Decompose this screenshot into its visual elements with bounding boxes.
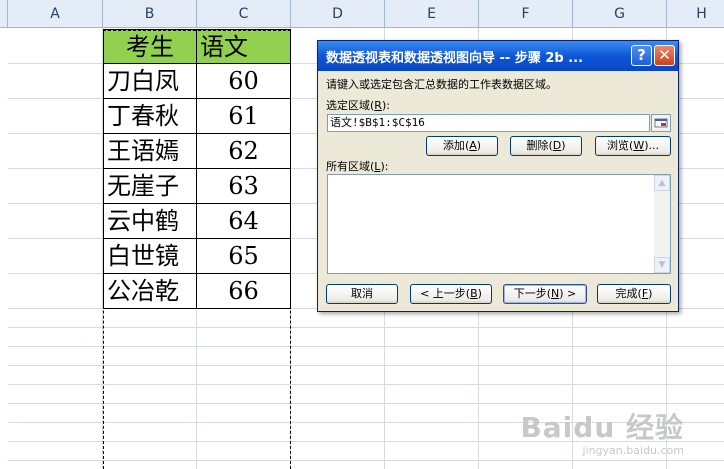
delete-button[interactable]: 删除(D) xyxy=(510,136,582,156)
cell-name[interactable]: 白世镜 xyxy=(103,239,197,274)
watermark-logo-text: Baidu 经验 xyxy=(520,411,684,444)
cell-score[interactable]: 61 xyxy=(197,99,291,134)
help-icon[interactable]: ? xyxy=(631,45,652,66)
back-button-key: B xyxy=(470,287,478,300)
add-button-text: 添加 xyxy=(442,139,465,152)
back-button[interactable]: < 上一步(B) xyxy=(410,284,492,304)
column-header-h[interactable]: H xyxy=(667,0,724,28)
column-header-e[interactable]: E xyxy=(385,0,479,28)
finish-button-text: 完成 xyxy=(615,287,638,300)
collapse-dialog-icon[interactable] xyxy=(651,114,671,132)
cell-score[interactable]: 63 xyxy=(197,169,291,204)
add-button-key: A xyxy=(469,139,477,152)
dialog-instruction: 请键入或选定包含汇总数据的工作表数据区域。 xyxy=(326,78,557,91)
column-header-b[interactable]: B xyxy=(103,0,197,28)
column-header-d[interactable]: D xyxy=(291,0,385,28)
browse-button-key: W xyxy=(633,139,645,152)
gridline xyxy=(8,327,724,328)
column-header-a[interactable]: A xyxy=(8,0,103,28)
range-label-key: R xyxy=(374,99,382,112)
cell-name[interactable]: 刀白凤 xyxy=(103,64,197,99)
cell-score[interactable]: 62 xyxy=(197,134,291,169)
add-button[interactable]: 添加(A) xyxy=(426,136,498,156)
cell-name[interactable]: 云中鹤 xyxy=(103,204,197,239)
gridline xyxy=(8,460,724,461)
range-label: 选定区域(R): xyxy=(326,99,390,112)
range-input[interactable]: 语文!$B$1:$C$16 xyxy=(327,114,650,132)
cell-b1-header[interactable]: 考生 xyxy=(103,29,197,64)
baidu-watermark: Baidu 经验 jingyan.baidu.com xyxy=(520,406,684,457)
delete-button-text: 删除 xyxy=(526,139,549,152)
all-ranges-label-key: L xyxy=(374,160,381,173)
select-all-corner[interactable] xyxy=(0,0,8,28)
scroll-up-icon[interactable]: ▲ xyxy=(654,175,670,191)
column-header-g[interactable]: G xyxy=(573,0,667,28)
column-header-f[interactable]: F xyxy=(479,0,573,28)
dialog-titlebar[interactable]: 数据透视表和数据透视图向导 -- 步骤 2b ... ? ✕ xyxy=(318,41,678,71)
browse-button[interactable]: 浏览(W)... xyxy=(595,136,671,156)
list-scrollbar[interactable]: ▲ ▼ xyxy=(654,175,670,273)
cancel-button[interactable]: 取消 xyxy=(326,284,398,304)
selection-marquee-left xyxy=(103,30,104,469)
cell-c1-header[interactable]: 语文 xyxy=(197,29,291,64)
gridline xyxy=(8,403,724,404)
close-icon[interactable]: ✕ xyxy=(654,45,675,66)
dialog-title: 数据透视表和数据透视图向导 -- 步骤 2b ... xyxy=(326,51,584,66)
next-button-key: N xyxy=(551,287,560,300)
gridline xyxy=(8,365,724,366)
collapse-dialog-icon-graphic xyxy=(654,118,668,128)
cell-score[interactable]: 64 xyxy=(197,204,291,239)
selection-marquee-right xyxy=(290,30,291,469)
scroll-down-icon[interactable]: ▼ xyxy=(654,257,670,273)
all-ranges-list[interactable]: ▲ ▼ xyxy=(327,174,671,274)
back-button-text: 上一步 xyxy=(432,287,466,300)
cell-score[interactable]: 60 xyxy=(197,64,291,99)
gridline xyxy=(8,384,724,385)
finish-button-key: F xyxy=(641,287,649,300)
next-button[interactable]: 下一步(N) > xyxy=(503,284,587,304)
finish-button[interactable]: 完成(F) xyxy=(597,284,671,304)
selection-marquee-top xyxy=(103,30,291,31)
column-header-c[interactable]: C xyxy=(197,0,291,28)
all-ranges-label: 所有区域(L): xyxy=(326,160,389,173)
browse-button-text: 浏览 xyxy=(607,139,630,152)
cell-name[interactable]: 公冶乾 xyxy=(103,274,197,309)
all-ranges-label-text: 所有区域 xyxy=(326,160,370,173)
cell-name[interactable]: 王语嫣 xyxy=(103,134,197,169)
pivot-table-wizard-dialog: 数据透视表和数据透视图向导 -- 步骤 2b ... ? ✕ 请键入或选定包含汇… xyxy=(317,40,679,312)
gridline xyxy=(8,346,724,347)
next-button-text: 下一步 xyxy=(513,287,547,300)
delete-button-key: D xyxy=(552,139,562,152)
cell-score[interactable]: 66 xyxy=(197,274,291,309)
cell-name[interactable]: 丁春秋 xyxy=(103,99,197,134)
cell-score[interactable]: 65 xyxy=(197,239,291,274)
range-label-text: 选定区域 xyxy=(326,99,370,112)
cell-name[interactable]: 无崖子 xyxy=(103,169,197,204)
